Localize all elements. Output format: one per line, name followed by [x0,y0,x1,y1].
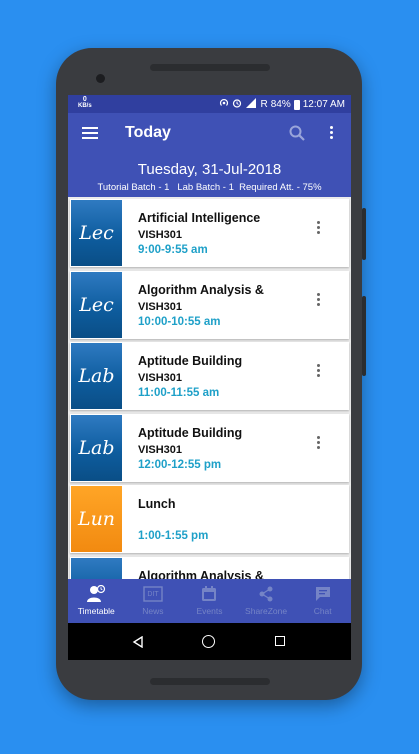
system-navigation-bar [68,623,351,660]
session-type-badge: Lab [71,343,122,409]
timetable-list: Lec Artificial Intelligence VISH301 9:00… [68,199,351,579]
speaker-top [150,64,270,71]
session-title: Algorithm Analysis & [138,569,264,579]
session-type-badge: Lec [71,200,122,266]
home-icon[interactable] [202,635,215,648]
session-title: Aptitude Building [138,354,243,368]
session-time: 12:00-12:55 pm [138,459,222,471]
tab-timetable[interactable]: Timetable [68,579,125,623]
carrier-label: R [260,99,268,110]
session-room: VISH301 [138,229,183,241]
session-time: 10:00-10:55 am [138,316,221,328]
list-item[interactable]: Lab Aptitude Building VISH301 11:00-11:5… [70,342,349,410]
tab-label: Events [196,606,223,616]
session-title: Artificial Intelligence [138,211,261,225]
session-time: 1:00-1:55 pm [138,530,209,542]
session-room: VISH301 [138,301,183,313]
session-time: 11:00-11:55 am [138,387,220,399]
back-icon[interactable] [132,635,144,649]
tab-label: News [142,606,164,616]
timetable-icon [86,585,106,603]
network-speed-value: 0 [82,96,87,103]
list-item[interactable]: Algorithm Analysis & [70,557,349,579]
phone-volume-button [362,296,366,376]
clock: 12:07 AM [302,99,345,110]
session-room: VISH301 [138,372,183,384]
tab-chat[interactable]: Chat [294,579,351,623]
session-type-badge: Lec [71,272,122,338]
battery-percent: 84% [270,99,291,110]
network-speed-unit: KB/s [78,103,92,109]
tab-label: ShareZone [245,606,288,616]
calendar-icon [199,585,219,603]
session-type-badge: Lab [71,415,122,481]
more-options-icon[interactable] [317,436,321,452]
news-icon: DIT [143,585,163,603]
session-title: Lunch [138,497,176,511]
search-icon[interactable] [289,125,305,141]
chat-icon [313,585,333,603]
page-title: Today [125,124,171,141]
more-vert-icon[interactable] [330,126,334,140]
tab-sharezone[interactable]: ShareZone [238,579,295,623]
signal-icon [245,98,257,111]
recents-icon[interactable] [275,636,285,646]
phone-side-button [362,208,366,260]
more-options-icon[interactable] [317,221,321,237]
tab-label: Timetable [77,606,115,616]
more-options-icon[interactable] [317,364,321,380]
bottom-navigation: Timetable DIT News Events ShareZone Chat [68,579,351,623]
session-type-badge [71,558,122,579]
tab-events[interactable]: Events [181,579,238,623]
more-options-icon[interactable] [317,293,321,309]
list-item[interactable]: Lun Lunch 1:00-1:55 pm [70,485,349,553]
hotspot-icon [219,98,229,111]
session-room: VISH301 [138,444,183,456]
list-item[interactable]: Lec Artificial Intelligence VISH301 9:00… [70,199,349,267]
batch-info: Tutorial Batch - 1 Lab Batch - 1 Require… [97,182,322,193]
current-date: Tuesday, 31-Jul-2018 [137,161,282,178]
menu-icon[interactable] [82,127,98,139]
session-title: Algorithm Analysis & [138,283,264,297]
tab-news[interactable]: DIT News [125,579,182,623]
status-bar: 0 KB/s R 84% 12:07 AM [68,95,351,113]
speaker-bottom [150,678,270,685]
list-item[interactable]: Lab Aptitude Building VISH301 12:00-12:5… [70,414,349,482]
front-camera [96,74,105,83]
session-type-badge: Lun [71,486,122,552]
network-speed: 0 KB/s [78,96,92,110]
svg-text:DIT: DIT [147,591,159,598]
battery-icon [293,99,300,110]
alarm-icon [232,98,242,111]
list-item[interactable]: Lec Algorithm Analysis & VISH301 10:00-1… [70,271,349,339]
app-bar: Today [68,113,351,155]
app-screen: 0 KB/s R 84% 12:07 AM Today Tuesday, 31-… [68,95,351,660]
date-header: Tuesday, 31-Jul-2018 Tutorial Batch - 1 … [68,155,351,197]
session-time: 9:00-9:55 am [138,244,208,256]
share-icon [256,585,276,603]
session-title: Aptitude Building [138,426,243,440]
tab-label: Chat [313,606,332,616]
